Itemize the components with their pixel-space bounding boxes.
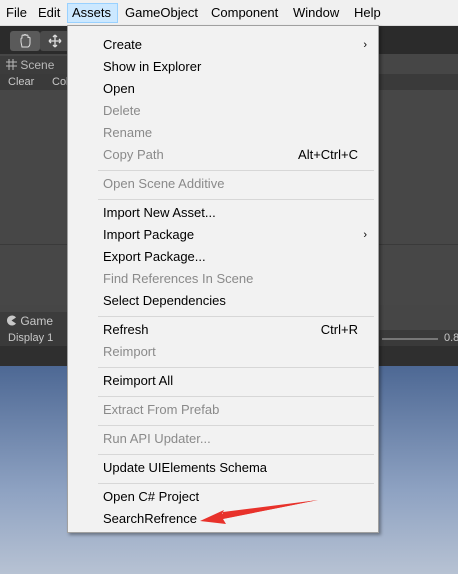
menu-item-reimport-all[interactable]: Reimport All [69, 370, 377, 392]
menu-item-label: Open C# Project [103, 489, 200, 504]
assets-dropdown-menu: Create › Show in Explorer Open Delete Re… [67, 25, 379, 533]
menu-item-open-scene-additive: Open Scene Additive [69, 173, 377, 195]
scale-value: 0.8 [444, 332, 458, 344]
chevron-right-icon: › [363, 229, 367, 241]
pacman-icon [7, 315, 17, 326]
menu-item-update-uielements[interactable]: Update UIElements Schema [69, 457, 377, 479]
grid-icon [6, 59, 17, 70]
menu-item-search-refrence[interactable]: SearchRefrence [69, 508, 377, 530]
menu-item-select-dependencies[interactable]: Select Dependencies [69, 290, 377, 312]
menu-item-label: Extract From Prefab [103, 402, 220, 417]
menu-item-label: Import New Asset... [103, 205, 216, 220]
chevron-right-icon: › [363, 39, 367, 51]
menu-item-copy-path: Copy Path Alt+Ctrl+C [69, 144, 377, 166]
menu-item-label: Create [103, 37, 143, 52]
menu-item-open[interactable]: Open [69, 78, 377, 100]
menu-separator [98, 425, 374, 426]
menu-separator [98, 199, 374, 200]
menu-item-label: Export Package... [103, 249, 206, 264]
menu-item-refresh[interactable]: Refresh Ctrl+R [69, 319, 377, 341]
scene-tab[interactable]: Scene [0, 56, 70, 74]
shortcut-label: Alt+Ctrl+C [298, 147, 358, 162]
menu-item-find-references: Find References In Scene [69, 268, 377, 290]
menu-item-label: Copy Path [103, 147, 164, 162]
menu-edit[interactable]: Edit [34, 3, 64, 23]
menu-item-label: Select Dependencies [103, 293, 226, 308]
menu-item-label: Open [103, 81, 135, 96]
menu-separator [98, 367, 374, 368]
scale-slider[interactable] [382, 338, 438, 340]
menu-bar: File Edit Assets GameObject Component Wi… [0, 0, 458, 26]
menu-item-label: Rename [103, 125, 153, 140]
menu-separator [98, 396, 374, 397]
hand-tool-button[interactable] [10, 31, 40, 51]
menu-item-label: Reimport [103, 344, 156, 359]
menu-window[interactable]: Window [289, 3, 343, 23]
menu-item-label: Delete [103, 103, 141, 118]
menu-component[interactable]: Component [207, 3, 282, 23]
menu-item-reimport: Reimport [69, 341, 377, 363]
menu-item-open-csharp-project[interactable]: Open C# Project [69, 486, 377, 508]
menu-item-show-in-explorer[interactable]: Show in Explorer [69, 56, 377, 78]
menu-separator [98, 483, 374, 484]
menu-item-import-package[interactable]: Import Package › [69, 224, 377, 246]
shortcut-label: Ctrl+R [320, 322, 358, 337]
move-icon [48, 34, 62, 48]
menu-separator [98, 316, 374, 317]
menu-item-label: Import Package [103, 227, 195, 242]
menu-separator [98, 170, 374, 171]
menu-item-label: Reimport All [103, 373, 174, 388]
menu-file[interactable]: File [2, 3, 31, 23]
menu-gameobject[interactable]: GameObject [121, 3, 202, 23]
menu-item-label: Open Scene Additive [103, 176, 225, 191]
menu-separator [98, 454, 374, 455]
display-select[interactable]: Display 1 [8, 330, 53, 346]
move-tool-button[interactable] [40, 31, 70, 51]
hand-icon [20, 33, 31, 48]
menu-item-label: Show in Explorer [103, 59, 202, 74]
menu-item-create[interactable]: Create › [69, 34, 377, 56]
menu-item-rename: Rename [69, 122, 377, 144]
menu-item-extract-from-prefab: Extract From Prefab [69, 399, 377, 421]
menu-item-delete: Delete [69, 100, 377, 122]
scene-tab-label: Scene [20, 58, 55, 72]
game-tab-label: Game [20, 314, 54, 328]
menu-item-import-new-asset[interactable]: Import New Asset... [69, 202, 377, 224]
menu-item-label: Run API Updater... [103, 431, 211, 446]
menu-item-export-package[interactable]: Export Package... [69, 246, 377, 268]
scene-clear-button[interactable]: Clear [8, 74, 34, 90]
menu-item-label: Find References In Scene [103, 271, 254, 286]
menu-item-label: Update UIElements Schema [103, 460, 268, 475]
menu-help[interactable]: Help [350, 3, 385, 23]
menu-item-run-api-updater: Run API Updater... [69, 428, 377, 450]
menu-item-label: SearchRefrence [103, 511, 197, 526]
menu-assets[interactable]: Assets [67, 3, 118, 23]
menu-item-label: Refresh [103, 322, 149, 337]
game-tab[interactable]: Game [0, 312, 70, 330]
